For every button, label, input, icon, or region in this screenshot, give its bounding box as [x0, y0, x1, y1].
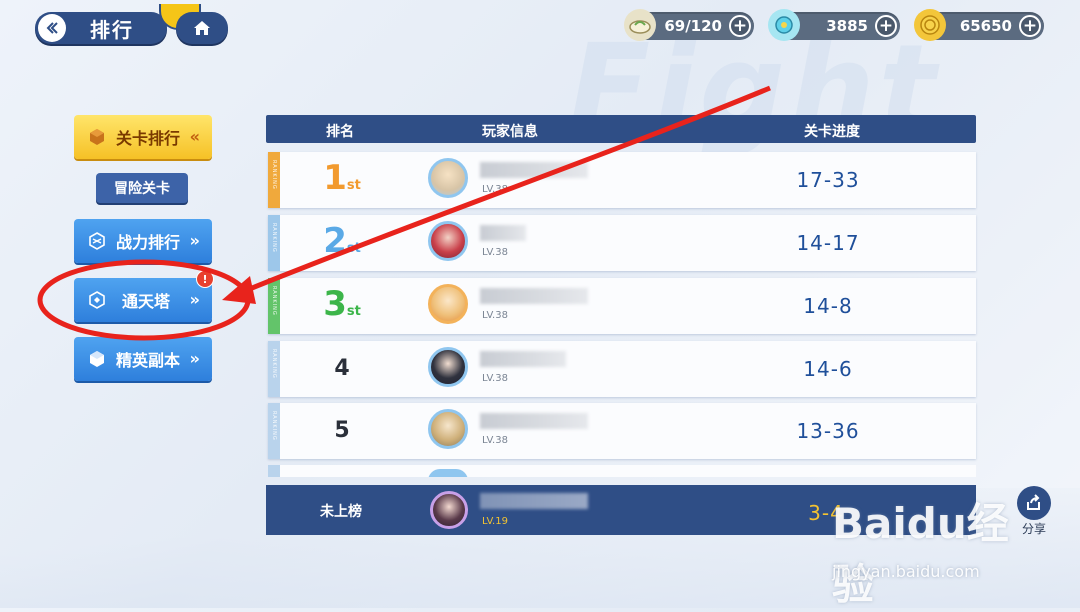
annotation-arrow: [231, 85, 771, 299]
annotation-arrowhead: [222, 276, 256, 304]
annotation-circle: [37, 259, 251, 341]
watermark-url: jingyan.baidu.com: [832, 562, 980, 581]
baidu-watermark: Baidu经验 jingyan.baidu.com: [832, 490, 1042, 609]
watermark-brand: Baidu经验: [832, 499, 1009, 609]
